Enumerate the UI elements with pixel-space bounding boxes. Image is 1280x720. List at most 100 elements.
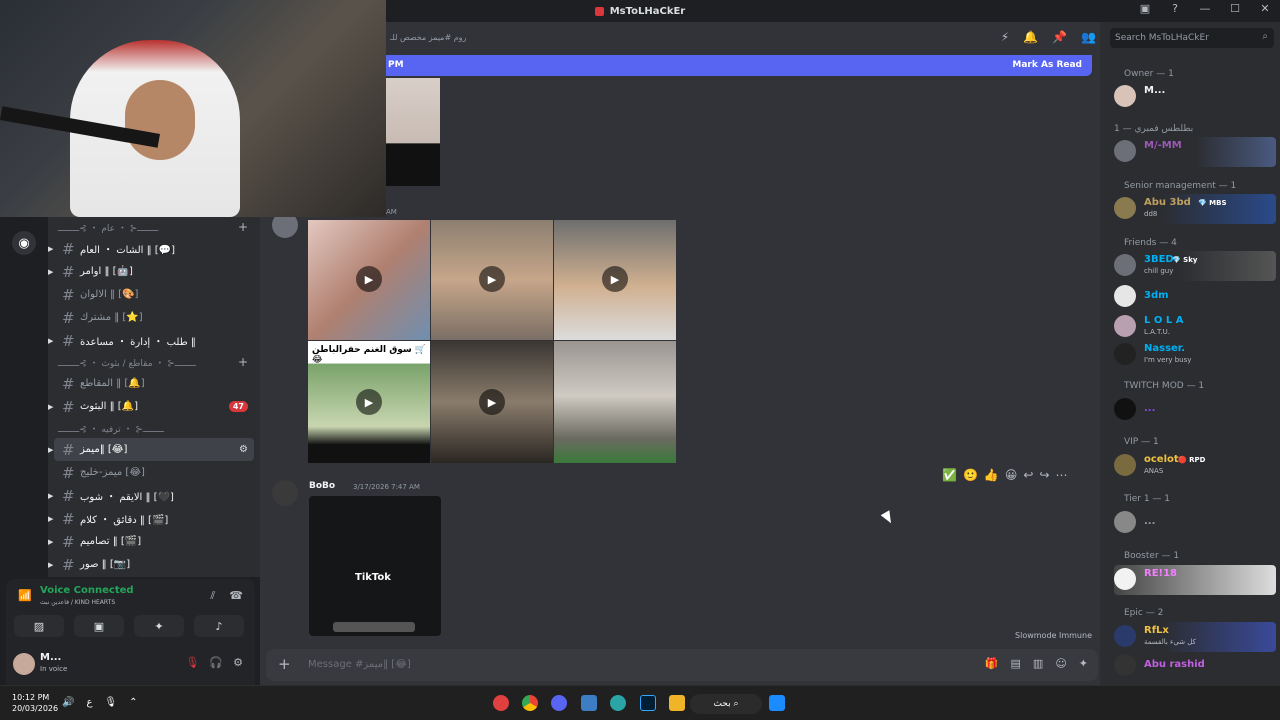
video-thumbnail[interactable]: ▶ <box>431 341 553 463</box>
photoshop-icon[interactable] <box>640 695 656 711</box>
member-item[interactable]: M/-MM <box>1114 137 1276 167</box>
add-channel-icon[interactable]: + <box>238 355 248 369</box>
close-button[interactable]: ✕ <box>1258 2 1272 15</box>
member-item[interactable]: 3dm <box>1114 282 1276 312</box>
search-input[interactable]: Search MsToLHaCkEr ⌕ <box>1110 28 1274 48</box>
channel-item[interactable]: # الالوان ‖ [🎨] <box>54 283 254 306</box>
play-icon[interactable]: ▶ <box>479 266 505 292</box>
member-item[interactable]: ocelot 🔴 RPD ANAS <box>1114 451 1276 481</box>
channel-item[interactable]: ▶ # البثوث ‖ [🔔] 47 <box>48 395 254 418</box>
play-icon[interactable]: ▶ <box>602 266 628 292</box>
mic-muted-icon[interactable]: 🎙 <box>185 656 199 669</box>
category-general[interactable]: ــــــــ⊰ ・ عام ・ ⊱ــــــــ + <box>48 217 260 237</box>
camera-off-button[interactable]: ▨ <box>14 615 64 637</box>
minimize-button[interactable]: — <box>1198 2 1212 15</box>
play-icon[interactable]: ▶ <box>356 266 382 292</box>
inbox-icon[interactable]: ▣ <box>1138 2 1152 15</box>
channel-settings-icon[interactable]: ⚙ <box>239 444 248 455</box>
avatar[interactable] <box>13 653 35 675</box>
check-reaction-icon[interactable]: ✅ <box>942 468 957 482</box>
members-icon[interactable]: 👥 <box>1081 30 1096 44</box>
thumbs-up-reaction-icon[interactable]: 👍 <box>984 468 999 482</box>
apps-icon[interactable]: ✦ <box>1079 657 1088 670</box>
deafened-icon[interactable]: 🎧 <box>209 656 223 669</box>
new-messages-bar[interactable]: PM Mark As Read <box>378 55 1092 76</box>
screen-share-button[interactable]: ▣ <box>74 615 124 637</box>
disconnect-icon[interactable]: ☎ <box>229 589 243 603</box>
add-channel-icon[interactable]: + <box>238 220 248 234</box>
help-icon[interactable]: ? <box>1168 2 1182 15</box>
channel-topic[interactable]: روم #ميمز مخصص للـ <box>390 33 466 42</box>
language-indicator[interactable]: ع <box>86 697 92 708</box>
member-item[interactable]: 3BED 💎 Sky chill guy <box>1114 251 1276 281</box>
video-thumbnail[interactable] <box>554 341 676 463</box>
video-progress[interactable] <box>333 622 415 632</box>
app-icon[interactable] <box>493 695 509 711</box>
category-clips[interactable]: ــــــــ⊰ ・ مقاطع / بثوث ・ ⊱ــــــــ + <box>48 352 260 372</box>
member-item[interactable]: RfLx كل شيء بالقسمة <box>1114 622 1276 652</box>
member-item[interactable]: M... <box>1114 82 1276 112</box>
sticker-icon[interactable]: ▥ <box>1033 657 1043 670</box>
pin-icon[interactable]: 📌 <box>1052 30 1067 44</box>
video-thumbnail[interactable]: سوق الغنم حفرالباطن 🛒😂 ▶ <box>308 341 430 463</box>
play-icon[interactable]: ▶ <box>479 389 505 415</box>
category-fun[interactable]: ــــــــ⊰ ・ ترفيه ・ ⊱ــــــــ <box>48 418 260 438</box>
channel-item[interactable]: # المقاطع ‖ [🔔] <box>54 372 254 395</box>
chevron-up-icon[interactable]: ⌃ <box>129 697 137 708</box>
mark-as-read-button[interactable]: Mark As Read <box>1012 60 1082 70</box>
member-item[interactable]: ... <box>1114 508 1276 538</box>
taskbar-search[interactable]: بحث ⌕ <box>690 694 762 714</box>
channel-item[interactable]: # ميمز-خليج [😂] <box>54 461 254 484</box>
video-thumbnail[interactable]: ▶ <box>554 220 676 340</box>
voice-channel-name[interactable]: قاعدين نبث / KIND HEARTS <box>40 599 115 606</box>
windows-start-icon[interactable] <box>769 695 785 711</box>
app-icon[interactable] <box>581 695 597 711</box>
volume-icon[interactable]: 🔊 <box>62 697 74 708</box>
gif-icon[interactable]: ▤ <box>1011 657 1021 670</box>
forward-icon[interactable]: ↪ <box>1039 468 1049 482</box>
member-item[interactable]: Abu 3bd 💎 MBS dd8 <box>1114 194 1276 224</box>
threads-icon[interactable]: ⚡ <box>1001 30 1009 44</box>
compass-icon[interactable]: ◉ <box>12 231 36 255</box>
channel-item[interactable]: # مشترك ‖ [⭐] <box>54 306 254 329</box>
smile-reaction-icon[interactable]: 🙂 <box>963 468 978 482</box>
tiktok-embed[interactable]: TikTok <box>309 496 441 636</box>
reply-icon[interactable]: ↩ <box>1023 468 1033 482</box>
channel-item[interactable]: ▶ # صور ‖ [📷] <box>48 553 254 576</box>
channel-item[interactable]: ▶ # طلب ・ إدارة ・ مساعدة ‖ <box>48 329 254 352</box>
member-item[interactable]: L O L A L.A.T.U. <box>1114 312 1276 342</box>
member-item[interactable]: ... <box>1114 395 1276 425</box>
maximize-button[interactable]: ☐ <box>1228 2 1242 15</box>
discord-icon[interactable] <box>551 695 567 711</box>
emoji-icon[interactable]: ☺ <box>1055 657 1066 670</box>
message-composer[interactable]: + Message #ميمز‖ [😂] 🎁 ▤ ▥ ☺ ✦ <box>266 649 1098 681</box>
add-attachment-icon[interactable]: + <box>278 655 291 673</box>
clock[interactable]: 10:12 PM 20/03/2026 <box>12 692 58 714</box>
message-author[interactable]: BoBo <box>309 481 335 491</box>
member-item[interactable]: RE!18 <box>1114 565 1276 595</box>
member-item[interactable]: Nasser. I'm very busy <box>1114 340 1276 370</box>
gift-icon[interactable]: 🎁 <box>985 657 999 670</box>
gear-icon[interactable]: ⚙ <box>233 656 243 669</box>
soundboard-button[interactable]: ♪ <box>194 615 244 637</box>
video-thumbnail[interactable]: ▶ <box>308 220 430 340</box>
activities-button[interactable]: ✦ <box>134 615 184 637</box>
channel-item[interactable]: ▶ # دقائق ・ كلام ‖ [🎬] <box>48 507 254 530</box>
edge-icon[interactable] <box>610 695 626 711</box>
bell-icon[interactable]: 🔔 <box>1023 30 1038 44</box>
play-icon[interactable]: ▶ <box>356 389 382 415</box>
chrome-icon[interactable] <box>522 695 538 711</box>
channel-item[interactable]: ▶ # الشات ・ العام ‖ [💬] <box>48 237 254 260</box>
video-thumbnail[interactable]: ▶ <box>431 220 553 340</box>
file-explorer-icon[interactable] <box>669 695 685 711</box>
add-reaction-icon[interactable]: 😀 <box>1005 468 1018 482</box>
member-item[interactable]: Abu rashid <box>1114 651 1276 681</box>
avatar[interactable] <box>272 480 298 506</box>
message-input[interactable]: Message #ميمز‖ [😂] <box>308 659 411 670</box>
more-icon[interactable]: ⋯ <box>1056 468 1068 482</box>
channel-item-active[interactable]: ▶ # ميمز‖ [😂] ⚙ <box>48 438 254 461</box>
video-thumbnail[interactable] <box>386 78 440 186</box>
noise-suppression-icon[interactable]: ⫽ <box>210 589 215 603</box>
channel-item[interactable]: ▶ # الايقم ・ شوب ‖ [🖤] <box>48 484 254 507</box>
microphone-icon[interactable]: 🎙 <box>104 697 117 708</box>
